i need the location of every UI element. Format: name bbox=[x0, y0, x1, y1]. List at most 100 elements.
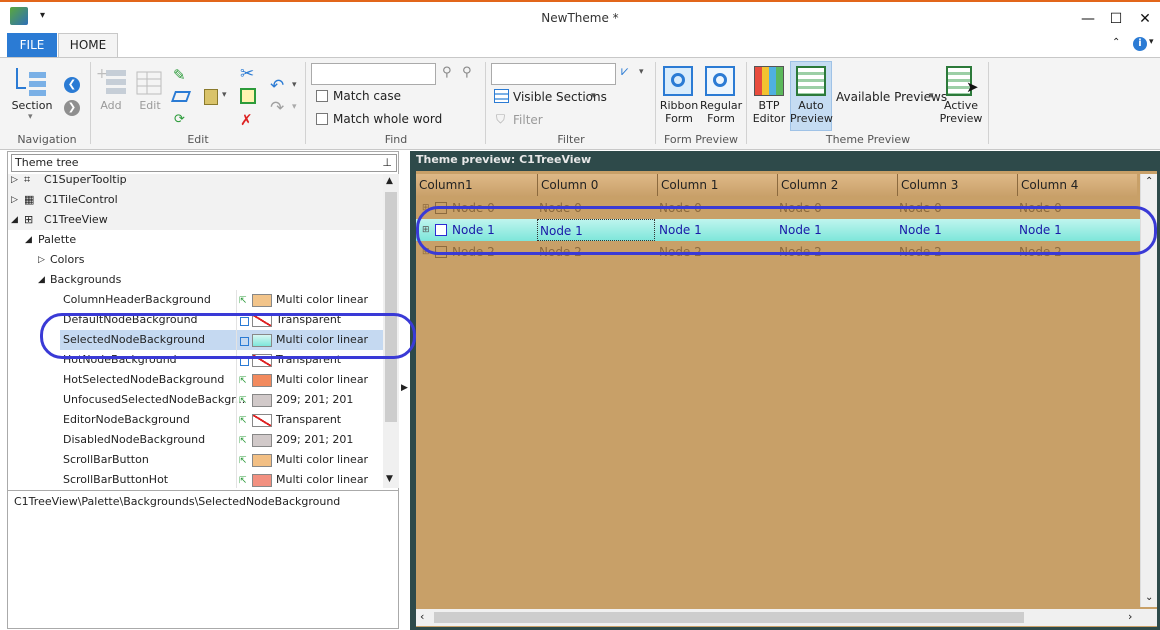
panel-splitter[interactable]: ▶ bbox=[399, 151, 410, 629]
undo-dropdown-icon[interactable]: ▾ bbox=[292, 80, 297, 90]
tree-node-palette[interactable]: ◢ Palette bbox=[8, 230, 383, 250]
collapse-icon[interactable]: ◢ bbox=[38, 270, 45, 290]
scroll-down-icon[interactable]: ▼ bbox=[386, 474, 393, 484]
gradient-edit-icon[interactable]: ⇱ bbox=[239, 437, 248, 446]
filter-button[interactable]: Filter bbox=[513, 113, 543, 127]
splitter-arrow-icon[interactable]: ▶ bbox=[401, 383, 408, 393]
color-swatch[interactable] bbox=[252, 434, 272, 447]
column-header[interactable]: Column 1 bbox=[657, 174, 777, 196]
preview-horizontal-scrollbar[interactable]: ‹ › bbox=[416, 609, 1157, 626]
cut-icon[interactable]: ✂ bbox=[240, 64, 254, 84]
property-value[interactable]: Multi color linear bbox=[276, 450, 368, 470]
column-header[interactable]: Column1 bbox=[416, 174, 537, 196]
transparent-swatch[interactable] bbox=[252, 414, 272, 427]
expand-icon[interactable]: ▷ bbox=[11, 174, 18, 190]
scroll-right-icon[interactable]: › bbox=[1128, 610, 1132, 623]
property-row[interactable]: UnfocusedSelectedNodeBackgr... ⇱ 209; 20… bbox=[8, 390, 383, 410]
property-value[interactable]: Transparent bbox=[276, 410, 341, 430]
color-swatch[interactable] bbox=[252, 394, 272, 407]
help-icon[interactable]: i bbox=[1133, 37, 1147, 51]
tree-node-c1supertooltip[interactable]: ▷ ⌗ C1SuperTooltip bbox=[8, 174, 383, 190]
help-dropdown-icon[interactable]: ▾ bbox=[1149, 37, 1154, 47]
copy-icon[interactable] bbox=[240, 88, 256, 104]
paste-dropdown-icon[interactable]: ▾ bbox=[222, 90, 227, 100]
tab-file[interactable]: FILE bbox=[7, 33, 57, 57]
match-whole-word-checkbox[interactable] bbox=[316, 113, 328, 125]
tab-home[interactable]: HOME bbox=[58, 33, 118, 57]
minimize-button[interactable]: — bbox=[1077, 8, 1099, 30]
property-value[interactable]: Multi color linear bbox=[276, 290, 368, 310]
gradient-edit-icon[interactable]: ⇱ bbox=[239, 297, 248, 306]
expand-icon[interactable]: ▷ bbox=[11, 190, 18, 210]
tree-node-backgrounds[interactable]: ◢ Backgrounds bbox=[8, 270, 383, 290]
close-button[interactable]: ✕ bbox=[1134, 8, 1156, 30]
gradient-edit-icon[interactable]: ⇱ bbox=[239, 417, 248, 426]
collapse-ribbon-icon[interactable]: ⌃ bbox=[1112, 37, 1120, 48]
collapse-icon[interactable]: ◢ bbox=[25, 230, 32, 250]
color-swatch[interactable] bbox=[252, 454, 272, 467]
redo-icon[interactable]: ↷ bbox=[270, 98, 284, 118]
pin-icon[interactable]: ⊥ bbox=[382, 155, 392, 171]
pick-color-icon[interactable]: ✎ bbox=[173, 66, 186, 84]
column-header[interactable]: Column 0 bbox=[537, 174, 657, 196]
btp-editor-button[interactable]: BTP Editor bbox=[750, 99, 788, 125]
section-button[interactable]: Section bbox=[10, 99, 54, 112]
property-row[interactable]: ColumnHeaderBackground ⇱ Multi color lin… bbox=[8, 290, 383, 310]
find-next-icon[interactable]: ⚲ bbox=[442, 65, 452, 80]
filter-apply-dropdown-icon[interactable]: ▾ bbox=[639, 67, 644, 77]
refresh-icon[interactable]: ⟳ bbox=[174, 112, 185, 127]
regular-form-button[interactable]: Regular Form bbox=[700, 99, 742, 125]
property-row[interactable]: EditorNodeBackground ⇱ Transparent bbox=[8, 410, 383, 430]
find-input[interactable] bbox=[311, 63, 436, 85]
auto-preview-button[interactable]: Auto Preview bbox=[790, 99, 833, 125]
delete-icon[interactable]: ✗ bbox=[240, 111, 253, 129]
undo-icon[interactable]: ↶ bbox=[270, 76, 284, 96]
property-value[interactable]: Multi color linear bbox=[276, 370, 368, 390]
scroll-thumb[interactable] bbox=[434, 612, 1024, 623]
section-dropdown-icon[interactable]: ▾ bbox=[28, 112, 33, 122]
redo-dropdown-icon[interactable]: ▾ bbox=[292, 102, 297, 112]
property-value[interactable]: 209; 201; 201 bbox=[276, 430, 353, 450]
color-swatch[interactable] bbox=[252, 374, 272, 387]
match-case-checkbox[interactable] bbox=[316, 90, 328, 102]
nav-back-icon[interactable]: ❮ bbox=[64, 77, 80, 93]
available-previews-dropdown-icon[interactable]: ▾ bbox=[929, 91, 934, 101]
scroll-up-icon[interactable]: ▲ bbox=[386, 176, 393, 186]
gradient-edit-icon[interactable]: ⇱ bbox=[239, 457, 248, 466]
column-header[interactable]: Column 4 bbox=[1017, 174, 1137, 196]
column-header[interactable]: Column 3 bbox=[897, 174, 1017, 196]
property-value[interactable]: 209; 201; 201 bbox=[276, 390, 353, 410]
collapse-icon[interactable]: ◢ bbox=[11, 210, 18, 230]
property-row[interactable]: ScrollBarButtonHot ⇱ Multi color linear bbox=[8, 470, 383, 488]
property-value[interactable]: Multi color linear bbox=[276, 470, 368, 488]
gradient-edit-icon[interactable]: ⇱ bbox=[239, 377, 248, 386]
eraser-icon[interactable] bbox=[170, 91, 192, 102]
scroll-left-icon[interactable]: ‹ bbox=[420, 610, 424, 623]
gradient-edit-icon[interactable]: ⇱ bbox=[239, 477, 248, 486]
filter-apply-icon[interactable]: ⩗ bbox=[621, 64, 628, 79]
active-preview-button[interactable]: Active Preview bbox=[938, 99, 984, 125]
add-button[interactable]: Add bbox=[96, 99, 126, 112]
color-swatch[interactable] bbox=[252, 294, 272, 307]
column-header[interactable]: Column 2 bbox=[777, 174, 897, 196]
gradient-edit-icon[interactable]: ⇱ bbox=[239, 397, 248, 406]
find-all-icon[interactable]: ⚲ bbox=[462, 65, 472, 80]
edit-button[interactable]: Edit bbox=[134, 99, 166, 112]
property-row[interactable]: HotSelectedNodeBackground ⇱ Multi color … bbox=[8, 370, 383, 390]
filter-input[interactable] bbox=[491, 63, 616, 85]
scroll-down-icon[interactable]: ⌄ bbox=[1145, 592, 1153, 603]
expand-icon[interactable]: ▷ bbox=[38, 250, 45, 270]
maximize-button[interactable]: ☐ bbox=[1105, 8, 1127, 30]
tree-node-c1treeview[interactable]: ◢ ⊞ C1TreeView bbox=[8, 210, 383, 230]
scroll-thumb[interactable] bbox=[385, 192, 397, 422]
color-swatch[interactable] bbox=[252, 474, 272, 487]
paste-icon[interactable] bbox=[204, 89, 218, 105]
visible-sections-dropdown-icon[interactable]: ▾ bbox=[591, 91, 596, 101]
tree-node-c1tilecontrol[interactable]: ▷ ▦ C1TileControl bbox=[8, 190, 383, 210]
nav-forward-icon[interactable]: ❯ bbox=[64, 100, 80, 116]
property-row[interactable]: ScrollBarButton ⇱ Multi color linear bbox=[8, 450, 383, 470]
ribbon-form-button[interactable]: Ribbon Form bbox=[658, 99, 700, 125]
scroll-up-icon[interactable]: ⌃ bbox=[1145, 176, 1153, 187]
property-row[interactable]: DisabledNodeBackground ⇱ 209; 201; 201 bbox=[8, 430, 383, 450]
tree-node-colors[interactable]: ▷ Colors bbox=[8, 250, 383, 270]
